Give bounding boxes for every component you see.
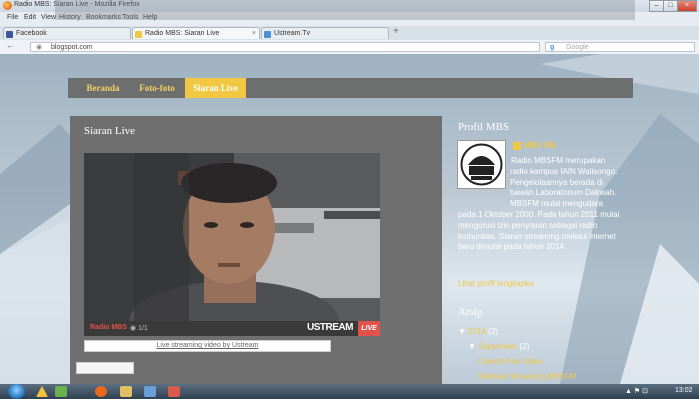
profile-full-link[interactable]: Lihat profil lengkapku [458, 279, 534, 288]
maximize-button[interactable]: □ [663, 0, 678, 12]
app-icon[interactable] [55, 386, 67, 397]
tab-label: Facebook [16, 30, 47, 37]
tab-label: Ustream.Tv [274, 30, 311, 37]
facebook-favicon-icon [6, 31, 13, 38]
url-text: blogspot.com [51, 44, 93, 51]
archive-month-row[interactable]: ▼ September (2) [468, 342, 529, 351]
video-player[interactable] [84, 153, 380, 321]
nav-beranda[interactable]: Beranda [76, 78, 130, 98]
firefox-taskbar-icon[interactable] [95, 386, 107, 397]
site-identity-icon: ◉ [36, 44, 43, 51]
archive-year-link[interactable]: 2014 [468, 327, 486, 336]
app-icon[interactable] [168, 386, 180, 397]
live-badge: LIVE [358, 321, 380, 336]
tab-radio-mbs[interactable]: Radio MBS: Siaran Live × [132, 27, 260, 39]
viewer-count-value: 1/1 [138, 325, 148, 332]
blogger-favicon-icon [135, 31, 142, 38]
expand-triangle-icon[interactable]: ▼ [468, 342, 478, 351]
archive-post-link[interactable]: Website Streaming MBSFM [478, 372, 577, 381]
blogger-profile-icon [513, 142, 521, 150]
tab-facebook[interactable]: Facebook [3, 27, 131, 39]
menu-view[interactable]: View [41, 14, 56, 21]
share-box[interactable] [76, 362, 134, 374]
minimize-button[interactable]: – [649, 0, 664, 12]
profile-description: Radio MBSFM merupakan radio kampus IAIN … [458, 156, 622, 253]
video-frame [84, 153, 380, 321]
blog-header [55, 0, 635, 20]
archive-month-link[interactable]: September [478, 342, 517, 351]
ustream-logo[interactable]: USTREAM [307, 322, 353, 333]
profile-name[interactable]: MBS FM [524, 141, 556, 150]
post-title: Siaran Live [84, 125, 136, 137]
archive-year-count: (2) [488, 327, 498, 336]
new-tab-button[interactable]: + [393, 27, 399, 37]
tab-close-icon[interactable]: × [252, 28, 256, 39]
back-arrow-icon[interactable]: ← [6, 41, 14, 50]
folder-icon[interactable] [120, 386, 132, 397]
nav-siaran-live[interactable]: Siaran Live [185, 78, 246, 98]
menu-file[interactable]: File [7, 14, 18, 21]
ustream-favicon-icon [264, 31, 271, 38]
close-button[interactable]: × [677, 0, 697, 12]
search-bar[interactable]: g Google [545, 42, 695, 52]
google-icon: g [550, 44, 555, 51]
archive-post-link[interactable]: Contoh Pos Video [478, 357, 542, 366]
archive-title: Arsip [458, 306, 483, 318]
clock[interactable]: 13:02 [675, 387, 693, 394]
firefox-icon [3, 1, 12, 10]
tab-label: Radio MBS: Siaran Live [145, 30, 220, 37]
nav-foto-foto[interactable]: Foto-foto [130, 78, 184, 98]
app-icon[interactable] [144, 386, 156, 397]
profile-title: Profil MBS [458, 121, 510, 133]
eye-icon: ◉ [130, 325, 139, 332]
start-button[interactable] [8, 384, 25, 399]
player-channel-name[interactable]: Radio MBS [90, 324, 127, 331]
archive-month-count: (2) [519, 342, 530, 351]
search-placeholder: Google [566, 44, 589, 51]
expand-triangle-icon[interactable]: ▼ [458, 327, 468, 336]
menu-edit[interactable]: Edit [24, 14, 36, 21]
ustream-link[interactable]: Live streaming video by Ustream [84, 340, 331, 352]
window-controls: – □ × [649, 0, 697, 12]
url-bar[interactable]: ◉ blogspot.com [30, 42, 540, 52]
viewer-count: ◉ 1/1 [130, 324, 148, 332]
archive-year-row[interactable]: ▼ 2014 (2) [458, 327, 498, 336]
system-tray[interactable]: ▲ ⚑ ⊡ [625, 387, 648, 395]
tab-ustream[interactable]: Ustream.Tv [261, 27, 389, 39]
